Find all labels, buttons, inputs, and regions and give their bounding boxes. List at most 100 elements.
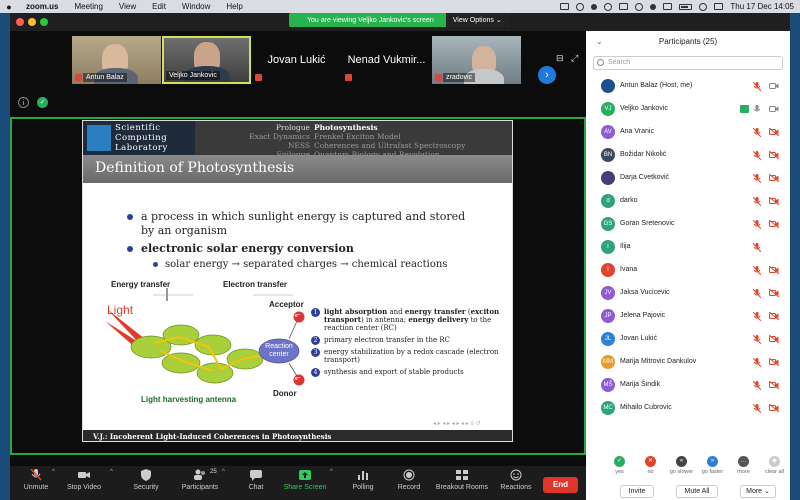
participant-row[interactable]: GS Goran Sretenovic bbox=[586, 213, 790, 236]
participant-row[interactable]: VJ Veljko Jankovic bbox=[586, 98, 790, 121]
feedback-clear-all-button[interactable]: ◆ clear all bbox=[759, 456, 790, 475]
feedback-go-faster-button[interactable]: » go faster bbox=[697, 456, 728, 475]
encryption-shield-icon[interactable]: ✓ bbox=[37, 97, 48, 108]
feedback-more-button[interactable]: … more bbox=[728, 456, 759, 475]
participant-row[interactable]: I Ilija bbox=[586, 236, 790, 259]
collapse-strip-icon[interactable]: ⊟ bbox=[556, 53, 564, 64]
close-window-button[interactable] bbox=[16, 18, 24, 26]
video-tile[interactable]: zradovic bbox=[432, 36, 521, 84]
participants-button[interactable]: Participants bbox=[170, 469, 230, 491]
video-off-icon[interactable] bbox=[769, 151, 779, 159]
participant-row[interactable]: d darko bbox=[586, 190, 790, 213]
video-off-icon[interactable] bbox=[769, 174, 779, 182]
feedback-icon: ✓ bbox=[614, 456, 625, 467]
video-off-icon[interactable] bbox=[769, 197, 779, 205]
video-tile-active-speaker[interactable]: Veljko Jankovic bbox=[162, 36, 251, 84]
menu-meeting[interactable]: Meeting bbox=[66, 2, 110, 11]
next-videos-button[interactable]: › bbox=[538, 66, 556, 84]
menubar-clock[interactable]: Thu 17 Dec 14:05 bbox=[730, 2, 794, 11]
menu-window[interactable]: Window bbox=[174, 2, 218, 11]
wifi-icon[interactable] bbox=[650, 3, 657, 10]
muted-mic-icon[interactable] bbox=[753, 220, 761, 229]
video-tile[interactable]: Jovan Lukić bbox=[252, 36, 341, 84]
video-tile[interactable]: Antun Balaz bbox=[72, 36, 161, 84]
muted-mic-icon[interactable] bbox=[753, 197, 761, 206]
participant-row[interactable]: AV Ana Vranic bbox=[586, 121, 790, 144]
video-off-icon[interactable] bbox=[769, 358, 779, 366]
time-machine-icon[interactable] bbox=[576, 2, 585, 11]
feedback-go-slower-button[interactable]: « go slower bbox=[666, 456, 697, 475]
mic-icon[interactable] bbox=[753, 105, 761, 114]
view-options-button[interactable]: View Options ⌄ bbox=[445, 13, 509, 27]
feedback-yes-button[interactable]: ✓ yes bbox=[604, 456, 635, 475]
video-camera-icon[interactable] bbox=[769, 82, 779, 90]
muted-mic-icon[interactable] bbox=[753, 381, 761, 390]
end-meeting-button[interactable]: End bbox=[543, 477, 578, 493]
reactions-button[interactable]: Reactions bbox=[486, 469, 546, 491]
mute-all-button[interactable]: Mute All bbox=[676, 485, 718, 498]
participant-row[interactable]: MM Marija Mitrovic Dankulov bbox=[586, 351, 790, 374]
display-icon[interactable] bbox=[619, 3, 629, 10]
feedback-no-button[interactable]: ✕ no bbox=[635, 456, 666, 475]
video-camera-icon[interactable] bbox=[769, 105, 779, 113]
muted-mic-icon[interactable] bbox=[753, 128, 761, 137]
spotlight-icon[interactable] bbox=[699, 2, 708, 11]
zoom-status-icon[interactable] bbox=[560, 3, 570, 10]
menu-app[interactable]: zoom.us bbox=[18, 2, 66, 11]
video-off-icon[interactable] bbox=[769, 404, 779, 412]
video-off-icon[interactable] bbox=[769, 312, 779, 320]
beamer-nav-icons[interactable]: ◂ ▸ ◂ ▸ ◂ ▸ ◂ ▸ ≡ ↺ bbox=[433, 420, 481, 427]
battery-icon[interactable] bbox=[679, 3, 693, 10]
video-off-icon[interactable] bbox=[769, 220, 779, 228]
participant-row[interactable]: JL Jovan Lukić bbox=[586, 328, 790, 351]
muted-mic-icon[interactable] bbox=[753, 358, 761, 367]
video-options-caret[interactable]: ^ bbox=[110, 469, 113, 475]
sync-icon[interactable] bbox=[604, 2, 613, 11]
invite-button[interactable]: Invite bbox=[620, 485, 654, 498]
video-off-icon[interactable] bbox=[769, 381, 779, 389]
participant-row[interactable]: JP Jelena Pajovic bbox=[586, 305, 790, 328]
participant-row[interactable]: JV Jaksa Vucicevic bbox=[586, 282, 790, 305]
participant-row[interactable]: BN Božidar Nikolić bbox=[586, 144, 790, 167]
muted-mic-icon[interactable] bbox=[753, 266, 761, 275]
meeting-info-icon[interactable]: i bbox=[18, 97, 29, 108]
video-tile[interactable]: Nenad Vukmir... bbox=[342, 36, 431, 84]
flag-icon[interactable] bbox=[663, 3, 673, 10]
participant-row[interactable]: Antun Balaz (Host, me) bbox=[586, 75, 790, 98]
muted-mic-icon[interactable] bbox=[753, 404, 761, 413]
collapse-panel-chevron-icon[interactable]: ⌄ bbox=[596, 31, 603, 53]
dropbox-icon[interactable] bbox=[591, 3, 598, 10]
minimize-window-button[interactable] bbox=[28, 18, 36, 26]
muted-mic-icon[interactable] bbox=[753, 312, 761, 321]
muted-mic-icon[interactable] bbox=[753, 243, 761, 252]
breakout-rooms-button[interactable]: Breakout Rooms bbox=[432, 469, 492, 491]
stop-video-button[interactable]: Stop Video bbox=[54, 469, 114, 491]
control-center-icon[interactable] bbox=[714, 3, 724, 10]
muted-mic-icon[interactable] bbox=[753, 174, 761, 183]
security-button[interactable]: Security bbox=[116, 469, 176, 491]
menu-view[interactable]: View bbox=[111, 2, 144, 11]
participant-row[interactable]: I Ivana bbox=[586, 259, 790, 282]
menu-help[interactable]: Help bbox=[218, 2, 250, 11]
share-screen-button[interactable]: Share Screen bbox=[275, 469, 335, 491]
participant-search-input[interactable]: Search bbox=[593, 56, 783, 70]
menu-edit[interactable]: Edit bbox=[144, 2, 174, 11]
apple-icon[interactable]: ● bbox=[0, 2, 18, 12]
bluetooth-icon[interactable] bbox=[635, 2, 644, 11]
video-off-icon[interactable] bbox=[769, 128, 779, 136]
video-off-icon[interactable] bbox=[769, 266, 779, 274]
zoom-window-button[interactable] bbox=[40, 18, 48, 26]
more-options-button[interactable]: More ⌄ bbox=[740, 485, 776, 498]
participants-options-caret[interactable]: ^ bbox=[222, 469, 225, 475]
participant-row[interactable]: MC Mihailo Cubrovic bbox=[586, 397, 790, 420]
muted-mic-icon[interactable] bbox=[753, 289, 761, 298]
video-off-icon[interactable] bbox=[769, 335, 779, 343]
participant-row[interactable]: Darja Cvetković bbox=[586, 167, 790, 190]
muted-mic-icon[interactable] bbox=[753, 151, 761, 160]
record-button[interactable]: Record bbox=[379, 469, 439, 491]
muted-mic-icon[interactable] bbox=[753, 82, 761, 91]
fullscreen-icon[interactable]: ⤢ bbox=[571, 53, 578, 64]
participant-row[interactable]: MŠ Marija Šindik bbox=[586, 374, 790, 397]
video-off-icon[interactable] bbox=[769, 289, 779, 297]
muted-mic-icon[interactable] bbox=[753, 335, 761, 344]
